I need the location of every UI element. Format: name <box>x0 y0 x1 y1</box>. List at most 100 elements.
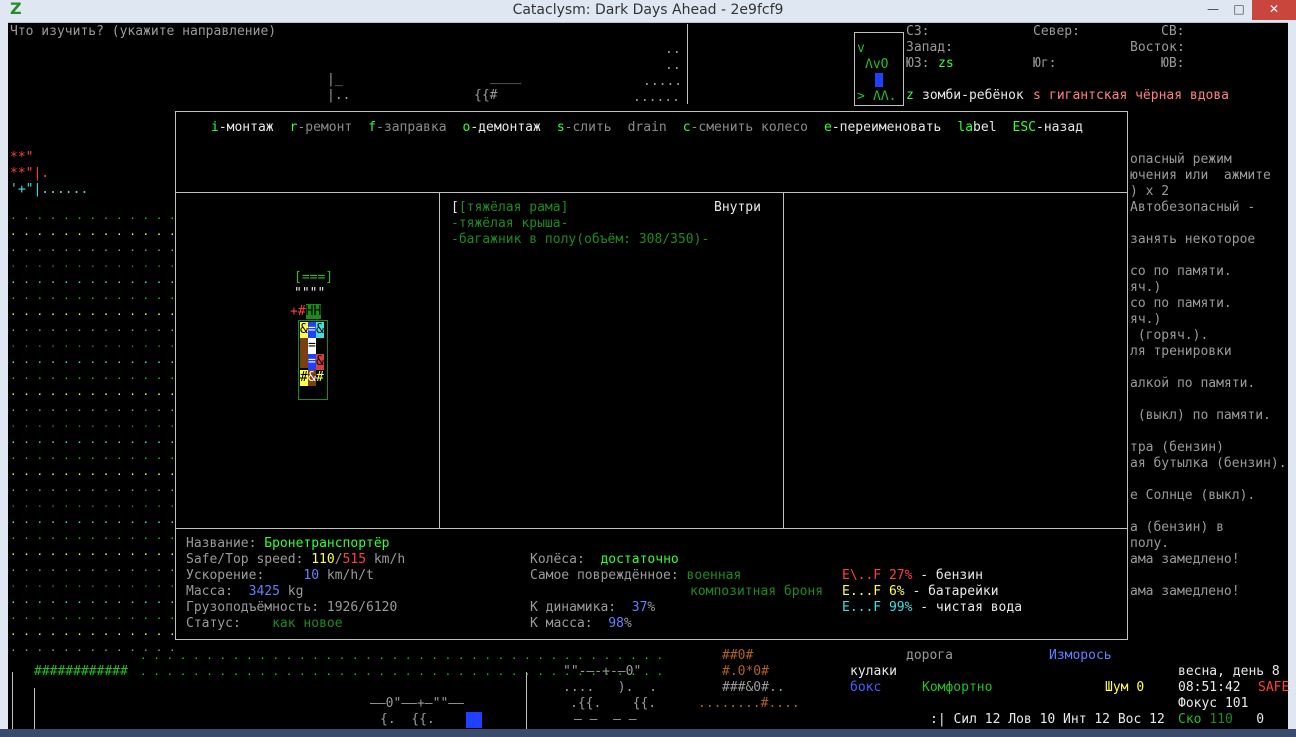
map-fragment: {{# <box>474 88 498 103</box>
compass-n: Север: <box>1033 24 1080 39</box>
menu-item-7[interactable]: e-переименовать <box>824 120 941 136</box>
window-titlebar: Z Cataclysm: Dark Days Ahead - 2e9fcf9 —… <box>0 0 1296 23</box>
enemy-glyph: z <box>906 88 914 103</box>
safe-speed: 110 <box>311 552 335 567</box>
terrain-name: дорога <box>906 648 953 663</box>
menu-hotkey: c <box>682 120 691 135</box>
enemy-name: гигантская чёрная вдова <box>1049 88 1230 103</box>
part-item-roof[interactable]: -тяжёлая крыша- <box>451 216 568 232</box>
minimap: v ΛvO > ΛΛ. <box>854 32 904 106</box>
map-fragment: #.0*0# <box>722 664 769 679</box>
menu-hotkey: la <box>957 120 974 135</box>
maximize-button[interactable]: □ <box>1226 0 1252 20</box>
map-wall <box>34 688 35 729</box>
message-log: опасный режим ючения или ажмите) x 2 Автоб… <box>1130 152 1287 600</box>
log-line: ама замедлено! <box>1130 552 1240 567</box>
log-line: ая бутылка (бензин). <box>1130 456 1287 471</box>
log-line: алкой по памяти. <box>1130 376 1256 391</box>
menu-item-1[interactable]: r-ремонт <box>290 120 353 136</box>
close-button[interactable]: ✕ <box>1252 0 1296 20</box>
most-damaged: военная <box>686 568 742 583</box>
time: 08:51:42 <box>1178 680 1241 695</box>
menu-hotkey: s <box>556 120 565 135</box>
cargo: 1926/6120 <box>326 600 398 615</box>
log-line: занять некоторое <box>1130 232 1256 247</box>
menu-label: -слить <box>564 120 612 135</box>
map-fragment: .. <box>665 58 681 73</box>
log-line: ) x 2 <box>1130 184 1170 199</box>
map-fragment: ##0# <box>722 648 754 663</box>
compass-sw-value: zs <box>938 56 954 71</box>
minimize-button[interactable]: — <box>1200 0 1226 20</box>
map-fragment: .{{. {{. <box>570 696 657 711</box>
divider <box>176 528 1127 529</box>
menu-item-2[interactable]: f-заправка <box>368 120 446 136</box>
divider <box>176 192 1127 193</box>
focus: Фокус 101 <box>1178 696 1249 711</box>
weapon: кулаки <box>850 664 897 679</box>
dynamics: 37 <box>631 600 648 615</box>
menu-item-3[interactable]: o-демонтаж <box>463 120 541 136</box>
vehicle-map[interactable]: [===] """" +#HH & = & = = & # & # <box>290 270 333 526</box>
menu-item-8[interactable]: label <box>957 120 996 136</box>
weather: Изморось <box>1049 648 1112 663</box>
map-fragment: ..... <box>643 74 683 89</box>
log-line: (выкл) по памяти. <box>1130 408 1271 423</box>
map-fragment: ____ <box>490 70 522 85</box>
log-line: полу. <box>1130 536 1170 551</box>
part-item-trunk[interactable]: -багажник в полу(объём: 308/350)- <box>451 232 709 248</box>
map-fragment: ........#.... <box>698 696 800 711</box>
menu-item-5[interactable]: drain <box>628 120 667 136</box>
most-damaged-2: композитная броня <box>690 584 824 599</box>
map-fragment: {. {{. <box>380 712 435 727</box>
wheels-status: достаточно <box>600 552 679 567</box>
map-fragment: |.. <box>327 88 351 103</box>
map-fragment: |_ <box>327 72 343 87</box>
map-fragment: '+"|...... <box>10 182 89 197</box>
window-controls: — □ ✕ <box>1200 0 1296 22</box>
menu-label: -переименовать <box>831 120 942 135</box>
divider <box>783 192 784 528</box>
menu-hotkey: i <box>211 120 219 135</box>
menu-item-0[interactable]: i-монтаж <box>211 120 274 136</box>
window-frame-left <box>0 22 8 737</box>
map-fragment: ...... <box>633 90 680 105</box>
menu-label: -монтаж <box>218 120 274 135</box>
fuel-gauge: E...F 6% - батарейки <box>842 584 999 599</box>
safe-mode-indicator[interactable]: SAFE <box>1258 680 1289 696</box>
divider <box>439 192 440 528</box>
part-item-frame[interactable]: [[тяжёлая рама] <box>451 200 568 216</box>
menu-hotkey: ESC <box>1012 120 1037 135</box>
top-speed: 515 <box>342 552 367 567</box>
log-line: ама замедлено! <box>1130 584 1240 599</box>
menu-item-6[interactable]: c-сменить колесо <box>683 120 808 136</box>
menu-hotkey: e <box>823 120 832 135</box>
fuel-gauge: E\..F 27% - бензин <box>842 568 983 583</box>
menu-label: -назад <box>1036 120 1083 135</box>
part-location: Внутри <box>714 200 761 215</box>
menu-hotkey: f <box>368 120 377 135</box>
enemy-glyph: s <box>1033 88 1041 103</box>
parts-list: [[тяжёлая рама] -тяжёлая крыша- -багажни… <box>451 200 709 280</box>
menu-label: -сменить колесо <box>690 120 808 135</box>
taskbar <box>0 729 1296 737</box>
log-line: (горяч.). <box>1130 328 1209 343</box>
vehicle-stats: Название: Бронетранспортёр Safe/Top spee… <box>186 536 406 631</box>
martial-style: бокс <box>850 680 882 695</box>
date: весна, день 8 <box>1178 664 1280 679</box>
menu-label: drain <box>627 120 667 135</box>
compass-nw: СЗ: <box>906 24 930 39</box>
player-marker <box>466 712 482 728</box>
menu-item-4[interactable]: s-слить <box>557 120 612 136</box>
map-fragment: — — — — <box>574 712 637 727</box>
log-line: опасный режим <box>1130 152 1232 167</box>
log-line: Автобезопасный - <box>1130 200 1256 215</box>
menu-item-9[interactable]: ESC-назад <box>1013 120 1083 136</box>
vehicle-status: как новое <box>272 616 343 631</box>
